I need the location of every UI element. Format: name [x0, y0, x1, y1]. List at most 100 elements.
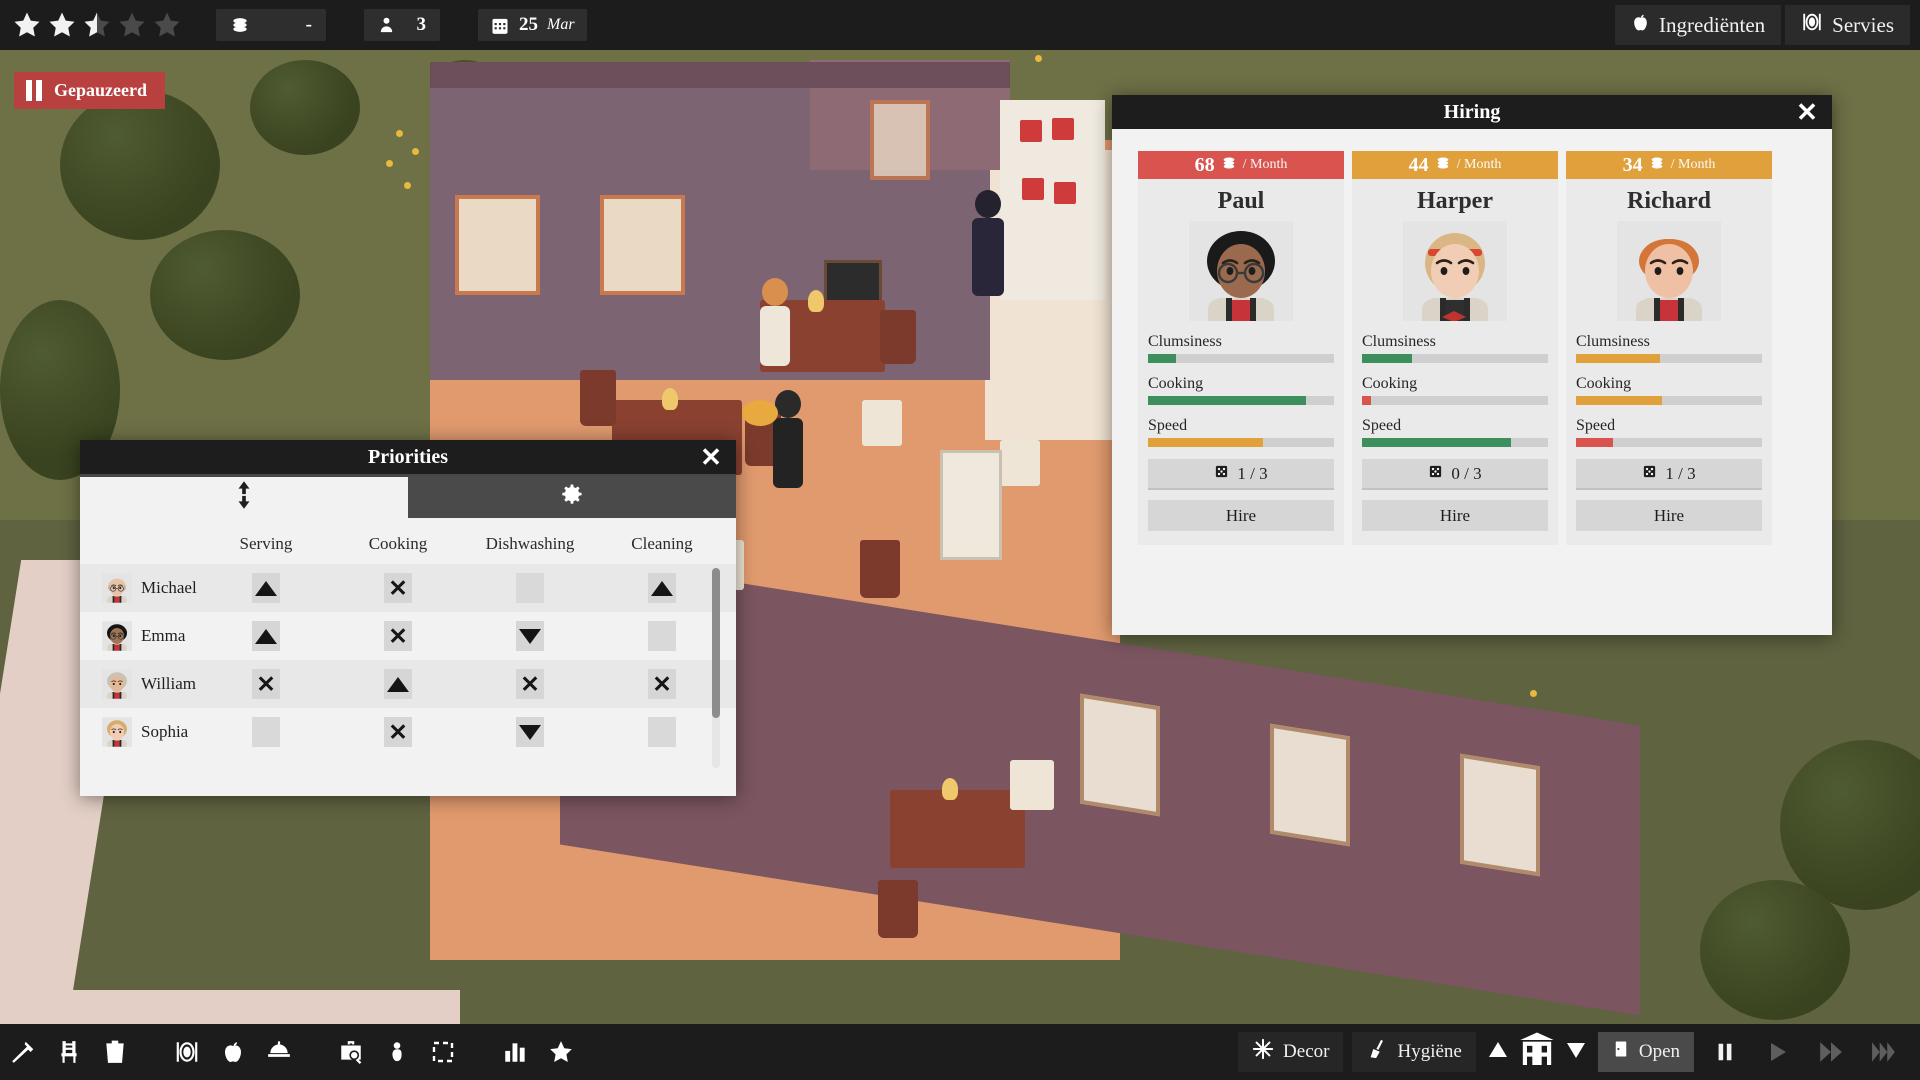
chair[interactable]: [580, 370, 616, 426]
priority-cell-none[interactable]: [252, 717, 280, 747]
chair[interactable]: [880, 310, 916, 364]
stat-bar-fill: [1362, 396, 1372, 405]
hire-button[interactable]: Hire: [1362, 500, 1548, 531]
date-indicator[interactable]: 25 Mar: [478, 9, 587, 41]
broom-icon: [1366, 1038, 1388, 1066]
staff-name: Sophia: [141, 722, 189, 741]
priority-cell-disabled[interactable]: ✕: [252, 669, 280, 699]
column-cooking: Cooking: [368, 534, 428, 553]
experience-indicator[interactable]: 1 / 3: [1148, 459, 1334, 490]
dining-table[interactable]: [890, 790, 1025, 868]
select-tool[interactable]: [420, 1029, 466, 1075]
tableware-button[interactable]: [164, 1029, 210, 1075]
priority-cell: ✕: [332, 717, 464, 747]
priority-cell: ✕: [200, 669, 332, 699]
tab-priority-order[interactable]: [80, 477, 408, 518]
delete-tool[interactable]: [92, 1029, 138, 1075]
priorities-header: Priorities ✕: [80, 440, 736, 474]
salary-amount: 68: [1194, 153, 1215, 176]
priority-cell: [464, 621, 596, 651]
ingredients-button[interactable]: Ingrediënten: [1615, 5, 1782, 45]
priority-cell: [200, 621, 332, 651]
speed-play[interactable]: [1756, 1032, 1800, 1072]
priority-cell-low[interactable]: [516, 621, 544, 651]
reputation-button[interactable]: [538, 1029, 584, 1075]
triangle-down-icon: [519, 724, 541, 740]
money-indicator[interactable]: -: [216, 9, 326, 41]
build-tool[interactable]: [0, 1029, 46, 1075]
bottom-bar: Decor Hygiëne Open: [0, 1024, 1920, 1080]
close-icon[interactable]: ✕: [1794, 99, 1820, 125]
salary-period: / Month: [1670, 157, 1716, 172]
customer[interactable]: [972, 190, 1004, 296]
ingredients-button[interactable]: [210, 1029, 256, 1075]
chair-white[interactable]: [1010, 760, 1054, 810]
priority-cell-none[interactable]: [648, 621, 676, 651]
stat-label: Speed: [1148, 417, 1188, 434]
priority-cell-disabled[interactable]: ✕: [648, 669, 676, 699]
statistics-button[interactable]: [492, 1029, 538, 1075]
scrollbar[interactable]: [712, 568, 720, 768]
window: [600, 195, 685, 295]
guest-count: 3: [416, 14, 427, 35]
priority-cell-none[interactable]: [648, 717, 676, 747]
door[interactable]: [940, 450, 1002, 560]
chair[interactable]: [878, 880, 918, 938]
table-row: Emma ✕: [80, 612, 736, 660]
speed-fastest[interactable]: [1862, 1032, 1906, 1072]
chair[interactable]: [860, 540, 900, 598]
stat-bar: [1576, 438, 1762, 447]
staff-name: William: [141, 674, 197, 693]
staff-waitress[interactable]: [773, 390, 803, 488]
priority-cell-low[interactable]: [516, 717, 544, 747]
hygiene-button[interactable]: Hygiëne: [1352, 1032, 1476, 1072]
priority-cell-disabled[interactable]: ✕: [384, 621, 412, 651]
staff-cook[interactable]: [760, 278, 790, 366]
scrollbar-thumb[interactable]: [712, 568, 720, 718]
priority-cell-none[interactable]: [516, 573, 544, 603]
open-button[interactable]: Open: [1597, 1032, 1694, 1072]
close-icon[interactable]: ✕: [698, 444, 724, 470]
stat-label: Speed: [1362, 417, 1402, 434]
hire-button[interactable]: Hire: [1148, 500, 1334, 531]
tableware-button[interactable]: Servies: [1785, 5, 1910, 45]
speed-pause[interactable]: [1703, 1032, 1747, 1072]
priority-cell-high[interactable]: [252, 573, 280, 603]
staff-name-cell: William: [80, 665, 200, 703]
x-icon: ✕: [388, 622, 408, 649]
priority-cell-disabled[interactable]: ✕: [384, 573, 412, 603]
stat-bar-fill: [1576, 354, 1660, 363]
person-icon: [378, 15, 395, 35]
priority-cell-disabled[interactable]: ✕: [516, 669, 544, 699]
speed-fast[interactable]: [1809, 1032, 1853, 1072]
decor-button[interactable]: Decor: [1238, 1032, 1344, 1072]
floor-up-button[interactable]: [1485, 1038, 1511, 1067]
priority-cell: [596, 621, 728, 651]
coins-icon: [1221, 155, 1237, 176]
guest-counter[interactable]: 3: [364, 9, 440, 41]
tableware-label: Servies: [1832, 12, 1894, 37]
chair-white[interactable]: [862, 400, 902, 446]
priority-cell: ✕: [596, 669, 728, 699]
experience-indicator[interactable]: 0 / 3: [1362, 459, 1548, 490]
chair-white[interactable]: [1000, 440, 1040, 486]
tree: [250, 60, 360, 155]
hire-button[interactable]: Hire: [1576, 500, 1762, 531]
priority-cell-high[interactable]: [384, 669, 412, 699]
priority-cell-high[interactable]: [252, 621, 280, 651]
priority-cell-disabled[interactable]: ✕: [384, 717, 412, 747]
tab-settings[interactable]: [408, 477, 736, 518]
x-icon: ✕: [520, 670, 540, 697]
floor-down-button[interactable]: [1563, 1038, 1589, 1067]
experience-indicator[interactable]: 1 / 3: [1576, 459, 1762, 490]
furniture-tool[interactable]: [46, 1029, 92, 1075]
experience-value: 1 / 3: [1237, 463, 1268, 483]
staff-name-cell: Michael: [80, 569, 200, 607]
candidate-list: 68 / Month Paul Clumsiness Cooking Speed…: [1112, 129, 1832, 567]
hiring-button[interactable]: [328, 1029, 374, 1075]
priority-cell: [596, 573, 728, 603]
experience-value: 0 / 3: [1451, 463, 1482, 483]
staff-button[interactable]: [374, 1029, 420, 1075]
menu-button[interactable]: [256, 1029, 302, 1075]
priority-cell-high[interactable]: [648, 573, 676, 603]
